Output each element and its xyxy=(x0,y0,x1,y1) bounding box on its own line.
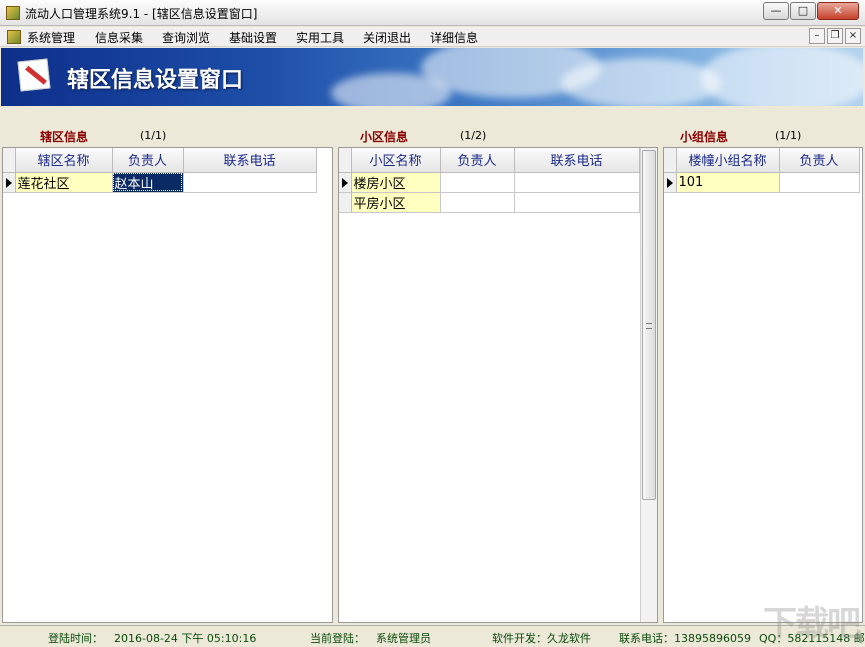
title-bar: 流动人口管理系统9.1 - [辖区信息设置窗口] — □ ✕ xyxy=(0,0,865,26)
group-count: (1/1) xyxy=(775,129,802,142)
menu-tools[interactable]: 实用工具 xyxy=(296,29,344,46)
group-heading: 小组信息 xyxy=(680,130,729,144)
window-title: 流动人口管理系统9.1 - [辖区信息设置窗口] xyxy=(25,7,258,21)
district-heading: 辖区信息 xyxy=(40,130,89,144)
vertical-scrollbar[interactable] xyxy=(640,148,657,622)
minimize-button[interactable]: — xyxy=(763,2,789,20)
district-panel: 辖区信息 (1/1) 辖区名称 负责人 联系电话 莲花社区 赵本山 xyxy=(2,123,333,623)
table-header: 辖区名称 负责人 联系电话 xyxy=(3,148,317,173)
column-header[interactable]: 联系电话 xyxy=(183,148,317,173)
community-heading: 小区信息 xyxy=(360,130,409,144)
current-user-value: 系统管理员 xyxy=(376,632,431,645)
district-count: (1/1) xyxy=(140,129,167,142)
column-header[interactable]: 辖区名称 xyxy=(15,148,113,173)
menu-base-settings[interactable]: 基础设置 xyxy=(229,29,277,46)
district-grid[interactable]: 辖区名称 负责人 联系电话 莲花社区 赵本山 xyxy=(2,147,333,623)
table-cell[interactable] xyxy=(183,172,317,193)
table-header: 小区名称 负责人 联系电话 xyxy=(339,148,640,173)
menu-system[interactable]: 系统管理 xyxy=(27,29,75,46)
column-header[interactable]: 小区名称 xyxy=(351,148,441,173)
document-icon[interactable] xyxy=(7,30,21,44)
table-cell[interactable] xyxy=(440,192,515,213)
group-panel: 小组信息 (1/1) 楼幢小组名称 负责人 101 xyxy=(663,123,863,623)
mdi-minimize-button[interactable]: – xyxy=(809,28,825,44)
login-time-label: 登陆时间： xyxy=(48,632,103,645)
table-cell[interactable]: 莲花社区 xyxy=(15,172,113,193)
current-user-label: 当前登陆： xyxy=(310,632,365,645)
table-cell[interactable] xyxy=(514,172,640,193)
community-grid[interactable]: 小区名称 负责人 联系电话 楼房小区 平房小区 xyxy=(338,147,658,623)
menu-collect[interactable]: 信息采集 xyxy=(95,29,143,46)
column-header[interactable]: 负责人 xyxy=(779,148,860,173)
table-row[interactable]: 101 xyxy=(664,172,860,193)
menu-query[interactable]: 查询浏览 xyxy=(162,29,210,46)
table-header: 楼幢小组名称 负责人 xyxy=(664,148,860,173)
table-cell[interactable]: 平房小区 xyxy=(351,192,441,213)
table-cell[interactable]: 101 xyxy=(676,172,780,193)
mdi-close-button[interactable]: × xyxy=(845,28,861,44)
pen-icon xyxy=(17,58,51,92)
header-banner: 辖区信息设置窗口 xyxy=(1,48,863,106)
table-cell[interactable] xyxy=(779,172,860,193)
developer-info: 软件开发：久龙软件 xyxy=(492,632,591,645)
mdi-controls: – ❐ × xyxy=(807,28,861,44)
grip-icon xyxy=(646,323,652,329)
menu-close-exit[interactable]: 关闭退出 xyxy=(363,29,411,46)
table-cell[interactable] xyxy=(514,192,640,213)
contact-phone: 联系电话：13895896059 xyxy=(619,632,751,645)
status-bar: 登陆时间： 2016-08-24 下午 05:10:16 当前登陆： 系统管理员… xyxy=(0,625,865,647)
column-header[interactable]: 楼幢小组名称 xyxy=(676,148,780,173)
row-indicator-header xyxy=(664,148,677,173)
login-time-value: 2016-08-24 下午 05:10:16 xyxy=(114,632,257,645)
row-indicator-header xyxy=(3,148,16,173)
table-row[interactable]: 平房小区 xyxy=(339,192,640,213)
current-row-arrow-icon xyxy=(664,172,677,193)
community-panel: 小区信息 (1/2) 小区名称 负责人 联系电话 楼房小区 平房小区 xyxy=(338,123,658,623)
watermark-logo: 下载吧 xyxy=(763,604,861,644)
row-indicator xyxy=(339,192,352,213)
column-header[interactable]: 联系电话 xyxy=(514,148,640,173)
app-icon xyxy=(6,6,20,20)
mdi-restore-button[interactable]: ❐ xyxy=(827,28,843,44)
current-row-arrow-icon xyxy=(3,172,16,193)
maximize-button[interactable]: □ xyxy=(790,2,816,20)
group-grid[interactable]: 楼幢小组名称 负责人 101 xyxy=(663,147,863,623)
table-row[interactable]: 楼房小区 xyxy=(339,172,640,193)
table-cell[interactable] xyxy=(440,172,515,193)
table-row[interactable]: 莲花社区 赵本山 xyxy=(3,172,317,193)
table-cell-selected[interactable]: 赵本山 xyxy=(112,172,184,193)
table-cell[interactable]: 楼房小区 xyxy=(351,172,441,193)
window-controls: — □ ✕ xyxy=(762,2,859,20)
menu-details[interactable]: 详细信息 xyxy=(430,29,478,46)
column-header[interactable]: 负责人 xyxy=(112,148,184,173)
column-header[interactable]: 负责人 xyxy=(440,148,515,173)
close-button[interactable]: ✕ xyxy=(817,2,859,20)
community-count: (1/2) xyxy=(460,129,487,142)
current-row-arrow-icon xyxy=(339,172,352,193)
page-title: 辖区信息设置窗口 xyxy=(67,68,244,93)
row-indicator-header xyxy=(339,148,352,173)
menu-bar: 系统管理 信息采集 查询浏览 基础设置 实用工具 关闭退出 详细信息 – ❐ × xyxy=(0,27,865,47)
scrollbar-thumb[interactable] xyxy=(642,150,656,500)
